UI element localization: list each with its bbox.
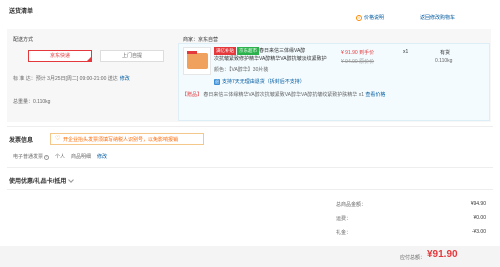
delivery-time-text: 标 准 达：预计 3月25日[周二] 09:00-21:00 送达: [13, 76, 118, 82]
invoice-type: 电子普通发票?: [13, 153, 50, 160]
stock-status: 有货: [440, 50, 451, 56]
summary-gift-row: 礼金： -¥3.00: [336, 229, 486, 236]
gift-text: 春日来信三体缘精华VA醇次抗皱紧致VA醇华VA醇抗皱纹紧致护肤精华 x1: [203, 92, 364, 98]
invoice-title: 发票信息: [9, 138, 34, 144]
pay-amount: ¥91.90: [427, 249, 458, 260]
product-thumbnail[interactable]: [183, 47, 211, 75]
summary-total-row: 总商品金额： ¥94.90: [336, 201, 486, 208]
question-icon[interactable]: ?: [44, 155, 50, 160]
total-weight: 总重量：0.110kg: [13, 99, 51, 105]
price-note-label: 价格说明: [364, 15, 385, 21]
subsidy-badge: 满亿补贴: [214, 47, 236, 55]
gift-money-label: 礼金：: [336, 230, 352, 236]
price-note-link[interactable]: ! 价格说明: [356, 14, 384, 21]
invoice-type-label: 电子普通发票: [13, 154, 44, 160]
coupon-toggle[interactable]: 使用优惠/礼品卡/抵用: [9, 176, 75, 185]
invoice-person: 个人: [55, 154, 66, 160]
return-policy: 退 支持7天无理由退货（拆封后不支持）: [214, 78, 305, 85]
info-icon: !: [356, 14, 362, 21]
coupon-title: 使用优惠/礼品卡/抵用: [9, 179, 67, 185]
return-icon: 退: [214, 78, 220, 85]
shipping-method-label: 配送方式: [13, 37, 34, 43]
return-policy-text: 支持7天无理由退货（拆封后不支持）: [222, 79, 305, 85]
divider: [7, 167, 493, 168]
summary-freight-row: 运费： ¥0.00: [336, 215, 486, 222]
total-label: 总商品金额：: [336, 202, 367, 208]
jd-express-button[interactable]: 京东快递: [28, 50, 92, 62]
invoice-tip-text: 开企业抬头发票须填写纳税人识别号，以免影响报销: [63, 136, 179, 143]
product-image-tag: [187, 51, 197, 54]
invoice-tip: ♡ 开企业抬头发票须填写纳税人识别号，以免影响报销: [50, 133, 204, 145]
store-name: 商家：京东自营: [183, 37, 219, 43]
total-value: ¥94.90: [470, 201, 486, 207]
freight-value: ¥0.00: [473, 215, 486, 221]
item-weight: 0.110kg: [435, 58, 453, 64]
freight-label: 运费：: [336, 216, 352, 222]
invoice-modify-link[interactable]: 修改: [97, 153, 107, 160]
gift-line: 【赠品】 春日来信三体缘精华VA醇次抗皱紧致VA醇华VA醇抗皱纹紧致护肤精华 x…: [182, 91, 385, 98]
product-price: ¥ 91.90 到手价: [341, 50, 375, 56]
product-color: 颜色：【VA醇华】30片装: [214, 67, 269, 73]
modify-delivery-link[interactable]: 修改: [120, 76, 130, 82]
product-original-price: ¥ 94.90 原价价: [341, 59, 375, 65]
delivery-time: 标 准 达：预计 3月25日[周二] 09:00-21:00 送达 修改: [13, 75, 130, 82]
invoice-detail: 商品明细: [71, 154, 92, 160]
pay-label: 应付总额：: [400, 255, 426, 261]
product-title-line1[interactable]: 春日来信三体缘VA醇: [259, 47, 305, 54]
section-title: 送货清单: [9, 9, 34, 15]
invoice-details: 电子普通发票? 个人 商品明细 修改: [13, 153, 107, 160]
gift-money-value: -¥3.00: [471, 229, 486, 235]
product-image: [187, 53, 208, 69]
divider: [7, 126, 493, 127]
divider: [7, 189, 493, 190]
gift-price-link[interactable]: 查看价格: [365, 92, 385, 98]
gift-label: 【赠品】: [182, 92, 203, 98]
product-quantity: x1: [403, 49, 409, 55]
back-to-cart-link[interactable]: 返回修改购物车: [420, 14, 455, 21]
supermarket-badge: 京东超市: [237, 47, 259, 55]
chevron-down-icon: [68, 176, 75, 183]
product-title-line2[interactable]: 次抗皱紧致修护精华VA醇精华VA醇抗皱淡纹紧致护: [214, 55, 327, 62]
door-pickup-button[interactable]: 上门自提: [100, 50, 164, 62]
lightbulb-icon: ♡: [55, 136, 61, 142]
